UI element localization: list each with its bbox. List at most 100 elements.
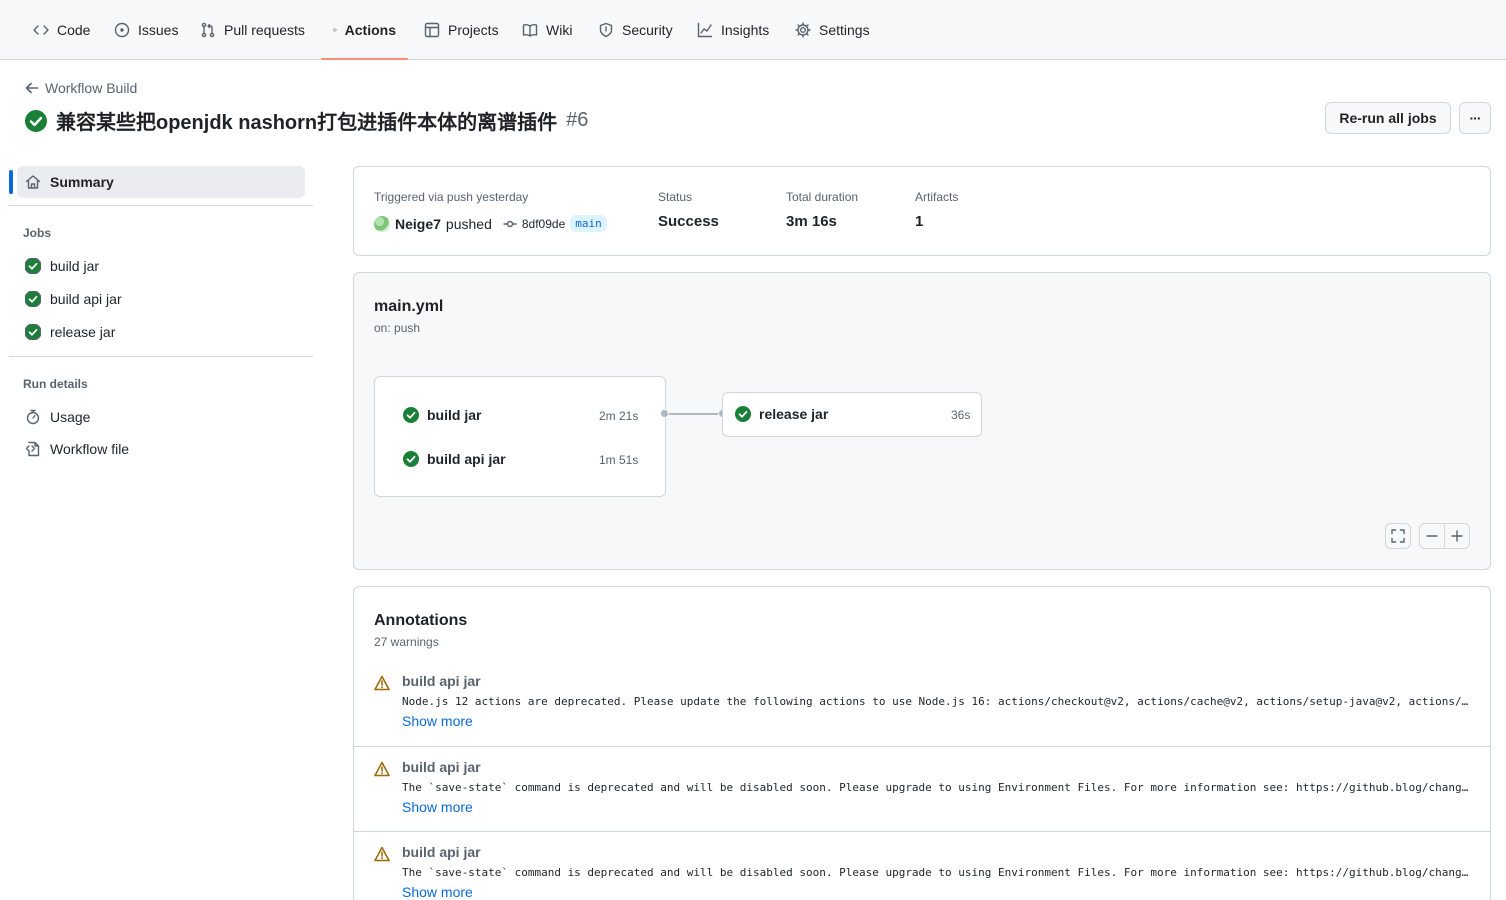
- annotation-item: build api jar Node.js 12 actions are dep…: [354, 661, 1490, 746]
- sidebar-job-build-jar[interactable]: build jar: [17, 251, 305, 281]
- push-action: pushed: [445, 215, 492, 232]
- tab-pull-requests[interactable]: Pull requests: [188, 0, 317, 60]
- graph-job-label: release jar: [759, 406, 829, 422]
- graph-icon: [697, 22, 713, 38]
- annotation-message: Node.js 12 actions are deprecated. Pleas…: [402, 695, 1474, 708]
- graph-job-duration: 36s: [951, 408, 971, 422]
- workflow-file-name: main.yml: [374, 298, 444, 315]
- alert-icon: [374, 675, 390, 691]
- tab-insights-label: Insights: [721, 22, 770, 38]
- status-value: Success: [658, 213, 719, 230]
- show-more-link[interactable]: Show more: [402, 799, 473, 815]
- trigger-details: Neige7 pushed 8df09de main: [374, 215, 607, 232]
- sidebar-item-workflow-file[interactable]: Workflow file: [17, 434, 305, 464]
- workflow-graph-card: main.yml on: push build jar 2m 21s build…: [353, 272, 1491, 570]
- tab-wiki[interactable]: Wiki: [510, 0, 584, 60]
- artifacts-label: Artifacts: [915, 190, 959, 204]
- commit-icon: [503, 220, 517, 227]
- annotation-message: The `save-state` command is deprecated a…: [402, 866, 1474, 879]
- graph-job-duration: 1m 51s: [599, 453, 639, 467]
- success-check-icon: [25, 324, 41, 340]
- page-title: 兼容某些把openjdk nashorn打包进插件本体的离谱插件: [56, 112, 558, 134]
- stopwatch-icon: [26, 409, 40, 425]
- annotation-job-name: build api jar: [402, 673, 481, 689]
- summary-active-indicator: [9, 170, 13, 194]
- actor-link[interactable]: Neige7: [395, 216, 441, 232]
- avatar[interactable]: [374, 215, 390, 232]
- success-check-icon: [25, 109, 47, 132]
- graph-job-build-jar[interactable]: build jar: [403, 407, 481, 423]
- sidebar-job-build-api-jar[interactable]: build api jar: [17, 284, 305, 314]
- run-title-row: 兼容某些把openjdk nashorn打包进插件本体的离谱插件 #6: [25, 106, 588, 135]
- tab-settings[interactable]: Settings: [783, 0, 882, 60]
- gear-icon: [795, 22, 811, 38]
- connector-start-dot: [660, 409, 669, 418]
- graph-job-release-jar[interactable]: release jar: [735, 406, 828, 422]
- play-icon: [333, 28, 337, 32]
- graph-job-duration: 2m 21s: [599, 409, 639, 423]
- tab-settings-label: Settings: [819, 22, 870, 38]
- duration-value: 3m 16s: [786, 213, 837, 230]
- sidebar-usage-label: Usage: [50, 409, 91, 425]
- more-options-button[interactable]: ···: [1459, 102, 1491, 134]
- show-more-link[interactable]: Show more: [402, 713, 473, 729]
- success-check-icon: [403, 451, 419, 467]
- issue-icon: [114, 22, 130, 38]
- workflow-trigger: on: push: [374, 321, 421, 335]
- tab-actions[interactable]: Actions: [321, 0, 408, 60]
- zoom-out-button[interactable]: [1419, 523, 1445, 549]
- sidebar-job-release-jar[interactable]: release jar: [17, 317, 305, 347]
- graph-job-build-api-jar[interactable]: build api jar: [403, 451, 506, 467]
- tab-issues[interactable]: Issues: [102, 0, 190, 60]
- duration-label: Total duration: [786, 190, 859, 204]
- tab-insights[interactable]: Insights: [685, 0, 781, 60]
- sidebar-workflow-file-label: Workflow file: [50, 441, 130, 457]
- alert-icon: [374, 846, 390, 862]
- arrow-left-icon: [25, 82, 39, 94]
- job-group-build: build jar 2m 21s build api jar 1m 51s: [374, 376, 666, 497]
- trigger-label: Triggered via push yesterday: [374, 190, 529, 204]
- run-details-heading: Run details: [23, 377, 88, 391]
- kebab-icon: ···: [1469, 110, 1482, 126]
- sidebar-job-label: build api jar: [50, 291, 122, 307]
- back-to-workflow-link[interactable]: Workflow Build: [25, 80, 137, 96]
- fullscreen-button[interactable]: [1385, 523, 1411, 549]
- job-group-release: release jar 36s: [722, 392, 982, 437]
- rerun-all-jobs-button[interactable]: Re-run all jobs: [1325, 102, 1451, 134]
- branch-badge[interactable]: main: [570, 215, 607, 232]
- annotations-card: Annotations 27 warnings build api jar No…: [353, 586, 1491, 900]
- tab-issues-label: Issues: [138, 22, 179, 38]
- annotation-message: The `save-state` command is deprecated a…: [402, 781, 1474, 794]
- tab-actions-label: Actions: [344, 22, 396, 38]
- fullscreen-icon: [1391, 529, 1405, 543]
- show-more-link[interactable]: Show more: [402, 884, 473, 900]
- minus-icon: [1426, 535, 1438, 537]
- tab-code-label: Code: [57, 22, 91, 38]
- sidebar-item-summary[interactable]: Summary: [17, 166, 305, 198]
- run-number: #6: [566, 109, 589, 131]
- commit-sha-link[interactable]: 8df09de: [522, 217, 565, 231]
- tab-code[interactable]: Code: [21, 0, 102, 60]
- sidebar-item-usage[interactable]: Usage: [17, 402, 305, 432]
- annotations-count: 27 warnings: [374, 635, 439, 649]
- tab-projects[interactable]: Projects: [412, 0, 511, 60]
- sidebar-job-label: release jar: [50, 324, 116, 340]
- book-icon: [522, 23, 538, 37]
- success-check-icon: [25, 258, 41, 274]
- graph-job-label: build jar: [427, 407, 482, 423]
- annotation-job-name: build api jar: [402, 844, 481, 860]
- tab-security-label: Security: [622, 22, 673, 38]
- jobs-heading: Jobs: [23, 226, 52, 240]
- annotation-job-name: build api jar: [402, 759, 481, 775]
- plus-icon: [1451, 530, 1463, 542]
- tab-pull-requests-label: Pull requests: [224, 22, 305, 38]
- tab-security[interactable]: Security: [586, 0, 685, 60]
- repo-nav: Code Issues Pull requests Actions Projec…: [0, 0, 1506, 60]
- file-code-icon: [25, 441, 40, 457]
- tab-projects-label: Projects: [448, 22, 499, 38]
- zoom-in-button[interactable]: [1444, 523, 1470, 549]
- shield-icon: [599, 22, 613, 38]
- artifacts-count-link[interactable]: 1: [915, 213, 923, 230]
- alert-icon: [374, 761, 390, 777]
- success-check-icon: [403, 407, 419, 423]
